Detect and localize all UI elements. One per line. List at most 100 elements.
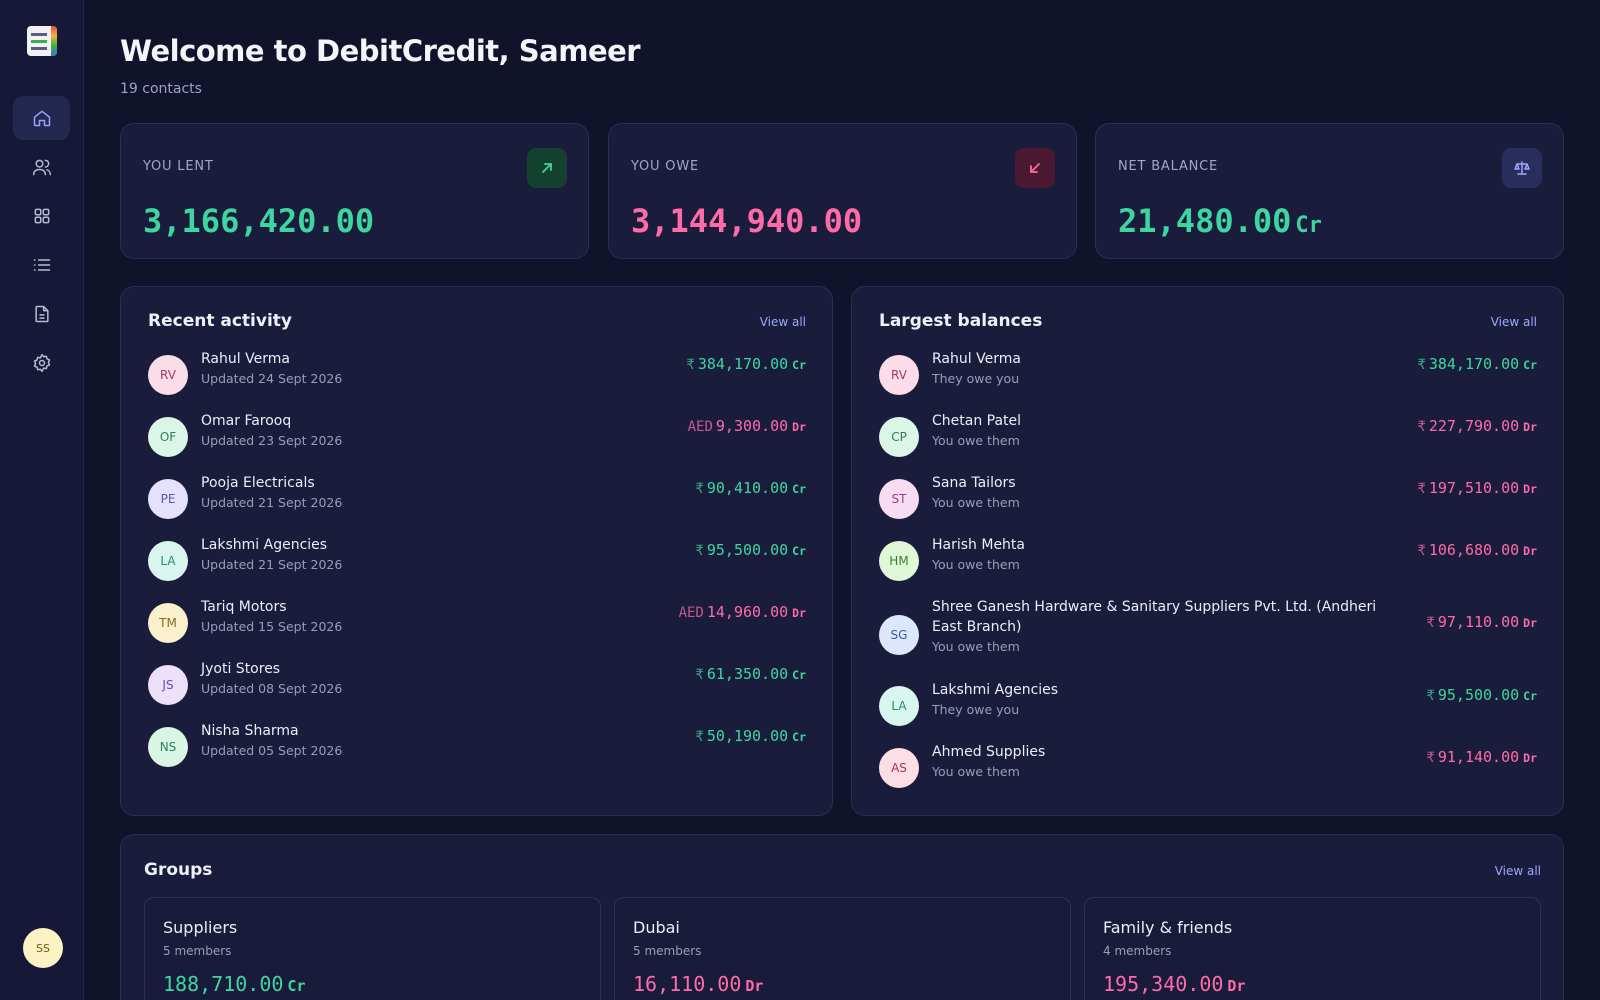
groups-view-all-link[interactable]: View all xyxy=(1495,864,1541,878)
list-item[interactable]: LA Lakshmi Agencies They owe you ₹95,500.00… xyxy=(879,680,1537,736)
contact-subtext: Updated 24 Sept 2026 xyxy=(201,371,343,386)
stat-icon-box xyxy=(527,148,567,188)
contact-subtext: Updated 21 Sept 2026 xyxy=(201,495,343,510)
list-item[interactable]: PE Pooja Electricals Updated 21 Sept 2026 ₹… xyxy=(148,473,806,529)
contact-name: Sana Tailors xyxy=(932,475,1016,491)
list-item[interactable]: HM Harish Mehta You owe them ₹106,680.00 Dr xyxy=(879,535,1537,591)
nav-settings[interactable] xyxy=(13,341,70,385)
nav-reports[interactable] xyxy=(13,292,70,336)
list-item[interactable]: RV Rahul Verma They owe you ₹384,170.00 Cr xyxy=(879,349,1537,405)
group-card[interactable]: Dubai 5 members 16,110.00 Dr xyxy=(614,897,1071,1000)
panel-title: Groups xyxy=(144,860,213,880)
list-item[interactable]: LA Lakshmi Agencies Updated 21 Sept 2026 ₹9… xyxy=(148,535,806,591)
user-avatar[interactable]: SS xyxy=(23,928,63,968)
stat-icon-box xyxy=(1502,148,1542,188)
group-card[interactable]: Suppliers 5 members 188,710.00 Cr xyxy=(144,897,601,1000)
stat-label: NET BALANCE xyxy=(1118,159,1219,174)
group-card[interactable]: Family & friends 4 members 195,340.00 Dr xyxy=(1084,897,1541,1000)
panel-title: Recent activity xyxy=(148,311,292,331)
contact-subtext: Updated 05 Sept 2026 xyxy=(201,743,343,758)
currency-symbol: ₹ xyxy=(1426,750,1435,766)
amount-value: 14,960.00 xyxy=(706,603,789,621)
stat-label: YOU OWE xyxy=(631,159,700,174)
group-balance: 195,340.00 Dr xyxy=(1103,972,1245,996)
home-icon xyxy=(33,110,50,127)
avatar: RV xyxy=(879,355,919,395)
contact-name: Harish Mehta xyxy=(932,537,1026,553)
currency-symbol: AED xyxy=(678,605,704,621)
nav-groups[interactable] xyxy=(13,194,70,238)
arrow-down-left-icon xyxy=(1030,163,1040,173)
contact-name: Rahul Verma xyxy=(201,351,290,367)
avatar: LA xyxy=(148,541,188,581)
amount-value: 9,300.00 xyxy=(715,417,789,435)
list-item[interactable]: AS Ahmed Supplies You owe them ₹91,140.00 Dr xyxy=(879,742,1537,798)
list-item[interactable]: SG Shree Ganesh Hardware & Sanitary Suppl… xyxy=(879,597,1537,673)
sidebar: SS xyxy=(0,0,84,1000)
stat-card-net[interactable]: NET BALANCE 21,480.00 Cr xyxy=(1095,123,1564,259)
avatar: NS xyxy=(148,727,188,767)
balance-suffix: Dr xyxy=(792,420,806,434)
balance-amount: ₹95,500.00 Cr xyxy=(1426,686,1537,704)
amount-value: 188,710.00 xyxy=(163,972,284,996)
panel-title: Largest balances xyxy=(879,311,1043,331)
list-item[interactable]: ST Sana Tailors You owe them ₹197,510.00 Dr xyxy=(879,473,1537,529)
largest-view-all-link[interactable]: View all xyxy=(1491,315,1537,329)
contact-subtext: Updated 15 Sept 2026 xyxy=(201,619,343,634)
contact-subtext: You owe them xyxy=(932,639,1020,654)
gear-icon xyxy=(33,353,50,373)
currency-symbol: ₹ xyxy=(686,357,695,373)
currency-symbol: ₹ xyxy=(695,667,704,683)
stat-card-lent[interactable]: YOU LENT 3,166,420.00 xyxy=(120,123,589,259)
amount-value: 227,790.00 xyxy=(1428,417,1520,435)
nav-home[interactable] xyxy=(13,96,70,140)
currency-symbol: AED xyxy=(687,419,713,435)
app-logo[interactable] xyxy=(27,26,57,56)
stat-card-owe[interactable]: YOU OWE 3,144,940.00 xyxy=(608,123,1077,259)
balance-suffix: Dr xyxy=(1227,977,1246,995)
contact-name: Chetan Patel xyxy=(932,413,1022,429)
currency-symbol: ₹ xyxy=(695,543,704,559)
contact-subtext: They owe you xyxy=(932,702,1020,717)
recent-activity-panel: Recent activity View all RV Rahul Verma Up… xyxy=(120,286,833,816)
amount-value: 16,110.00 xyxy=(633,972,742,996)
list-item[interactable]: OF Omar Farooq Updated 23 Sept 2026 AED 9,30… xyxy=(148,411,806,467)
balance-suffix: Dr xyxy=(1523,751,1537,765)
balance-suffix: Cr xyxy=(1523,689,1537,703)
list-icon xyxy=(33,259,50,271)
balance-amount: ₹90,410.00 Cr xyxy=(695,479,806,497)
list-item[interactable]: TM Tariq Motors Updated 15 Sept 2026 AED 14,… xyxy=(148,597,806,653)
balance-suffix: Cr xyxy=(1523,358,1537,372)
avatar: LA xyxy=(879,686,919,726)
balance-amount: ₹197,510.00 Dr xyxy=(1417,479,1537,497)
nav-contacts[interactable] xyxy=(13,145,70,189)
avatar: SG xyxy=(879,615,919,655)
contact-subtext: Updated 08 Sept 2026 xyxy=(201,681,343,696)
balance-amount: ₹61,350.00 Cr xyxy=(695,665,806,683)
stat-label: YOU LENT xyxy=(143,159,214,174)
stat-icon-box xyxy=(1015,148,1055,188)
group-members: 4 members xyxy=(1103,944,1172,958)
balance-amount: ₹384,170.00 Cr xyxy=(1417,355,1537,373)
avatar: CP xyxy=(879,417,919,457)
group-name: Family & friends xyxy=(1103,918,1233,937)
contact-name: Omar Farooq xyxy=(201,413,292,429)
list-item[interactable]: CP Chetan Patel You owe them ₹227,790.00 Dr xyxy=(879,411,1537,467)
stat-value: 3,144,940.00 xyxy=(631,202,863,240)
stat-value: 21,480.00 Cr xyxy=(1118,202,1322,240)
amount-value: 50,190.00 xyxy=(706,727,789,745)
list-item[interactable]: RV Rahul Verma Updated 24 Sept 2026 ₹384,17… xyxy=(148,349,806,405)
balance-amount: ₹106,680.00 Dr xyxy=(1417,541,1537,559)
contacts-count: 19 contacts xyxy=(120,81,202,97)
balance-suffix: Dr xyxy=(745,977,764,995)
largest-balances-panel: Largest balances View all RV Rahul Verma T… xyxy=(851,286,1564,816)
amount-value: 384,170.00 xyxy=(697,355,789,373)
amount-value: 384,170.00 xyxy=(1428,355,1520,373)
recent-view-all-link[interactable]: View all xyxy=(760,315,806,329)
nav-transactions[interactable] xyxy=(13,243,70,287)
contact-subtext: They owe you xyxy=(932,371,1020,386)
list-item[interactable]: JS Jyoti Stores Updated 08 Sept 2026 ₹61,35… xyxy=(148,659,806,715)
list-item[interactable]: NS Nisha Sharma Updated 05 Sept 2026 ₹50,19… xyxy=(148,721,806,777)
amount-value: 90,410.00 xyxy=(706,479,789,497)
balance-suffix: Cr xyxy=(1295,213,1322,238)
